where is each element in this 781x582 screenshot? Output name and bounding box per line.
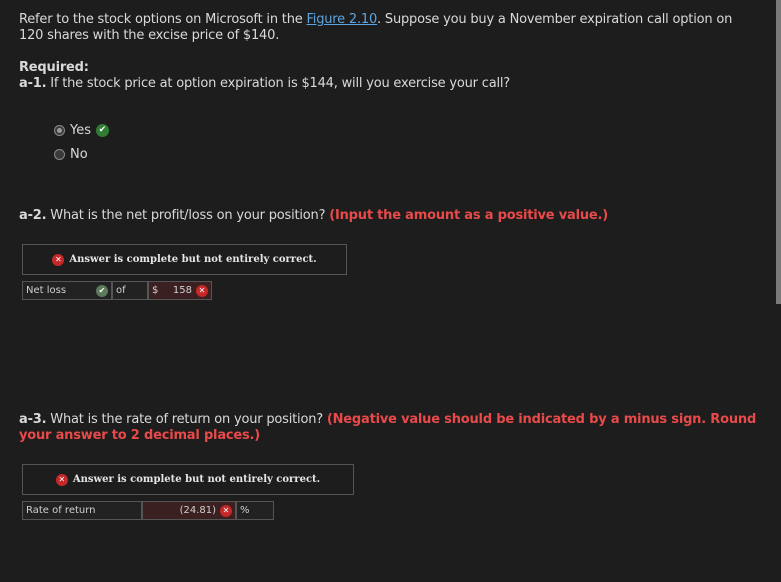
percent-unit: %	[240, 505, 250, 516]
a2-status-text: Answer is complete but not entirely corr…	[69, 254, 317, 265]
correct-check-icon: ✔	[96, 124, 109, 137]
error-x-icon: ✕	[196, 284, 208, 297]
rate-of-return-value: (24.81)	[179, 505, 216, 516]
a2-answer-row: Net loss ✔ of $ 158 ✕	[22, 281, 212, 300]
a2-answer-status: ✕ Answer is complete but not entirely co…	[22, 244, 347, 275]
a1-question: a-1. If the stock price at option expira…	[19, 76, 510, 92]
scrollbar[interactable]	[776, 0, 781, 304]
a3-answer-status: ✕ Answer is complete but not entirely co…	[22, 464, 354, 495]
a3-status-text: Answer is complete but not entirely corr…	[72, 474, 321, 485]
radio-no-label: No	[70, 147, 88, 162]
a1-label: a-1.	[19, 76, 47, 91]
a3-answer-row: Rate of return (24.81) ✕ %	[22, 501, 274, 520]
net-loss-label: Net loss	[26, 285, 67, 296]
radio-yes[interactable]	[54, 125, 65, 136]
error-x-icon: ✕	[220, 504, 232, 517]
a2-label: a-2.	[19, 208, 47, 223]
a2-instruction: (Input the amount as a positive value.)	[329, 208, 608, 223]
rate-of-return-input[interactable]: (24.81) ✕	[142, 501, 236, 520]
net-loss-input[interactable]: $ 158 ✕	[148, 281, 212, 300]
a3-question-text: What is the rate of return on your posit…	[50, 412, 323, 427]
a2-question-text: What is the net profit/loss on your posi…	[50, 208, 326, 223]
radio-yes-label: Yes	[70, 123, 91, 138]
currency-symbol: $	[152, 285, 159, 296]
correct-check-icon: ✔	[96, 284, 108, 297]
net-loss-value: 158	[172, 285, 192, 296]
a3-question: a-3. What is the rate of return on your …	[19, 412, 759, 444]
intro-text: Refer to the stock options on Microsoft …	[19, 12, 733, 43]
of-label: of	[116, 285, 126, 296]
a2-question: a-2. What is the net profit/loss on your…	[19, 208, 608, 224]
figure-link[interactable]: Figure 2.10	[306, 12, 377, 27]
error-x-icon: ✕	[52, 253, 65, 266]
error-x-icon: ✕	[55, 473, 68, 486]
required-heading: Required:	[19, 60, 89, 75]
rate-of-return-label: Rate of return	[26, 505, 96, 516]
radio-no[interactable]	[54, 149, 65, 160]
of-label-cell: of	[112, 281, 148, 300]
rate-of-return-label-cell: Rate of return	[22, 501, 142, 520]
a1-question-text: If the stock price at option expiration …	[50, 76, 511, 91]
net-loss-dropdown[interactable]: Net loss ✔	[22, 281, 112, 300]
radio-option-yes[interactable]: Yes ✔	[54, 123, 109, 138]
radio-option-no[interactable]: No	[54, 147, 88, 162]
percent-unit-cell: %	[236, 501, 274, 520]
a3-label: a-3.	[19, 412, 47, 427]
